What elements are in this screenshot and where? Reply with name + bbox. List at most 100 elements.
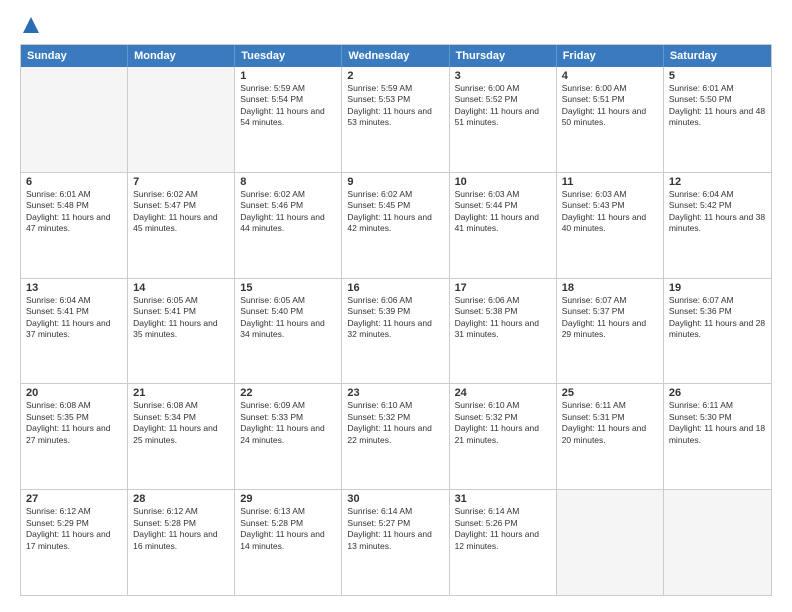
day-info: Sunrise: 6:00 AMSunset: 5:52 PMDaylight:… [455, 83, 551, 129]
day-cell-27: 27Sunrise: 6:12 AMSunset: 5:29 PMDayligh… [21, 490, 128, 595]
day-cell-11: 11Sunrise: 6:03 AMSunset: 5:43 PMDayligh… [557, 173, 664, 278]
day-number: 3 [455, 70, 551, 82]
calendar: SundayMondayTuesdayWednesdayThursdayFrid… [20, 44, 772, 596]
day-number: 25 [562, 387, 658, 399]
day-info: Sunrise: 6:14 AMSunset: 5:27 PMDaylight:… [347, 506, 443, 552]
day-info: Sunrise: 6:12 AMSunset: 5:29 PMDaylight:… [26, 506, 122, 552]
day-info: Sunrise: 6:06 AMSunset: 5:39 PMDaylight:… [347, 295, 443, 341]
day-number: 18 [562, 282, 658, 294]
day-number: 24 [455, 387, 551, 399]
day-header-monday: Monday [128, 45, 235, 67]
day-cell-29: 29Sunrise: 6:13 AMSunset: 5:28 PMDayligh… [235, 490, 342, 595]
calendar-row-5: 27Sunrise: 6:12 AMSunset: 5:29 PMDayligh… [21, 489, 771, 595]
empty-cell [128, 67, 235, 172]
day-info: Sunrise: 6:12 AMSunset: 5:28 PMDaylight:… [133, 506, 229, 552]
day-info: Sunrise: 6:06 AMSunset: 5:38 PMDaylight:… [455, 295, 551, 341]
day-cell-13: 13Sunrise: 6:04 AMSunset: 5:41 PMDayligh… [21, 279, 128, 384]
day-number: 28 [133, 493, 229, 505]
day-cell-17: 17Sunrise: 6:06 AMSunset: 5:38 PMDayligh… [450, 279, 557, 384]
empty-cell [21, 67, 128, 172]
day-cell-10: 10Sunrise: 6:03 AMSunset: 5:44 PMDayligh… [450, 173, 557, 278]
day-header-wednesday: Wednesday [342, 45, 449, 67]
day-info: Sunrise: 6:07 AMSunset: 5:37 PMDaylight:… [562, 295, 658, 341]
header [20, 16, 772, 34]
day-info: Sunrise: 6:01 AMSunset: 5:48 PMDaylight:… [26, 189, 122, 235]
day-cell-15: 15Sunrise: 6:05 AMSunset: 5:40 PMDayligh… [235, 279, 342, 384]
day-cell-2: 2Sunrise: 5:59 AMSunset: 5:53 PMDaylight… [342, 67, 449, 172]
day-info: Sunrise: 6:05 AMSunset: 5:40 PMDaylight:… [240, 295, 336, 341]
day-cell-1: 1Sunrise: 5:59 AMSunset: 5:54 PMDaylight… [235, 67, 342, 172]
day-header-friday: Friday [557, 45, 664, 67]
day-number: 29 [240, 493, 336, 505]
day-number: 16 [347, 282, 443, 294]
day-number: 14 [133, 282, 229, 294]
empty-cell [664, 490, 771, 595]
day-number: 26 [669, 387, 766, 399]
day-cell-3: 3Sunrise: 6:00 AMSunset: 5:52 PMDaylight… [450, 67, 557, 172]
day-cell-16: 16Sunrise: 6:06 AMSunset: 5:39 PMDayligh… [342, 279, 449, 384]
calendar-row-2: 6Sunrise: 6:01 AMSunset: 5:48 PMDaylight… [21, 172, 771, 278]
day-cell-8: 8Sunrise: 6:02 AMSunset: 5:46 PMDaylight… [235, 173, 342, 278]
day-cell-28: 28Sunrise: 6:12 AMSunset: 5:28 PMDayligh… [128, 490, 235, 595]
day-cell-14: 14Sunrise: 6:05 AMSunset: 5:41 PMDayligh… [128, 279, 235, 384]
day-cell-18: 18Sunrise: 6:07 AMSunset: 5:37 PMDayligh… [557, 279, 664, 384]
day-info: Sunrise: 6:10 AMSunset: 5:32 PMDaylight:… [347, 400, 443, 446]
day-number: 10 [455, 176, 551, 188]
day-number: 5 [669, 70, 766, 82]
day-info: Sunrise: 6:14 AMSunset: 5:26 PMDaylight:… [455, 506, 551, 552]
day-cell-31: 31Sunrise: 6:14 AMSunset: 5:26 PMDayligh… [450, 490, 557, 595]
day-cell-23: 23Sunrise: 6:10 AMSunset: 5:32 PMDayligh… [342, 384, 449, 489]
day-number: 2 [347, 70, 443, 82]
day-info: Sunrise: 5:59 AMSunset: 5:54 PMDaylight:… [240, 83, 336, 129]
day-cell-6: 6Sunrise: 6:01 AMSunset: 5:48 PMDaylight… [21, 173, 128, 278]
day-info: Sunrise: 5:59 AMSunset: 5:53 PMDaylight:… [347, 83, 443, 129]
day-info: Sunrise: 6:02 AMSunset: 5:45 PMDaylight:… [347, 189, 443, 235]
day-cell-9: 9Sunrise: 6:02 AMSunset: 5:45 PMDaylight… [342, 173, 449, 278]
day-number: 7 [133, 176, 229, 188]
day-cell-12: 12Sunrise: 6:04 AMSunset: 5:42 PMDayligh… [664, 173, 771, 278]
day-info: Sunrise: 6:03 AMSunset: 5:43 PMDaylight:… [562, 189, 658, 235]
day-number: 6 [26, 176, 122, 188]
day-number: 20 [26, 387, 122, 399]
day-info: Sunrise: 6:03 AMSunset: 5:44 PMDaylight:… [455, 189, 551, 235]
day-info: Sunrise: 6:09 AMSunset: 5:33 PMDaylight:… [240, 400, 336, 446]
day-number: 23 [347, 387, 443, 399]
day-cell-7: 7Sunrise: 6:02 AMSunset: 5:47 PMDaylight… [128, 173, 235, 278]
calendar-row-3: 13Sunrise: 6:04 AMSunset: 5:41 PMDayligh… [21, 278, 771, 384]
day-info: Sunrise: 6:02 AMSunset: 5:46 PMDaylight:… [240, 189, 336, 235]
day-header-sunday: Sunday [21, 45, 128, 67]
day-info: Sunrise: 6:11 AMSunset: 5:31 PMDaylight:… [562, 400, 658, 446]
empty-cell [557, 490, 664, 595]
day-number: 17 [455, 282, 551, 294]
day-cell-20: 20Sunrise: 6:08 AMSunset: 5:35 PMDayligh… [21, 384, 128, 489]
day-info: Sunrise: 6:00 AMSunset: 5:51 PMDaylight:… [562, 83, 658, 129]
calendar-row-1: 1Sunrise: 5:59 AMSunset: 5:54 PMDaylight… [21, 67, 771, 172]
day-info: Sunrise: 6:13 AMSunset: 5:28 PMDaylight:… [240, 506, 336, 552]
day-cell-22: 22Sunrise: 6:09 AMSunset: 5:33 PMDayligh… [235, 384, 342, 489]
day-cell-19: 19Sunrise: 6:07 AMSunset: 5:36 PMDayligh… [664, 279, 771, 384]
day-number: 11 [562, 176, 658, 188]
day-info: Sunrise: 6:04 AMSunset: 5:42 PMDaylight:… [669, 189, 766, 235]
day-number: 31 [455, 493, 551, 505]
day-number: 12 [669, 176, 766, 188]
day-cell-25: 25Sunrise: 6:11 AMSunset: 5:31 PMDayligh… [557, 384, 664, 489]
day-number: 8 [240, 176, 336, 188]
day-number: 27 [26, 493, 122, 505]
day-info: Sunrise: 6:08 AMSunset: 5:34 PMDaylight:… [133, 400, 229, 446]
day-number: 13 [26, 282, 122, 294]
day-cell-26: 26Sunrise: 6:11 AMSunset: 5:30 PMDayligh… [664, 384, 771, 489]
day-number: 9 [347, 176, 443, 188]
day-number: 4 [562, 70, 658, 82]
calendar-header: SundayMondayTuesdayWednesdayThursdayFrid… [21, 45, 771, 67]
day-number: 30 [347, 493, 443, 505]
day-cell-30: 30Sunrise: 6:14 AMSunset: 5:27 PMDayligh… [342, 490, 449, 595]
day-info: Sunrise: 6:05 AMSunset: 5:41 PMDaylight:… [133, 295, 229, 341]
day-header-tuesday: Tuesday [235, 45, 342, 67]
day-info: Sunrise: 6:11 AMSunset: 5:30 PMDaylight:… [669, 400, 766, 446]
day-cell-21: 21Sunrise: 6:08 AMSunset: 5:34 PMDayligh… [128, 384, 235, 489]
day-header-saturday: Saturday [664, 45, 771, 67]
day-info: Sunrise: 6:04 AMSunset: 5:41 PMDaylight:… [26, 295, 122, 341]
day-number: 21 [133, 387, 229, 399]
day-info: Sunrise: 6:02 AMSunset: 5:47 PMDaylight:… [133, 189, 229, 235]
day-number: 19 [669, 282, 766, 294]
